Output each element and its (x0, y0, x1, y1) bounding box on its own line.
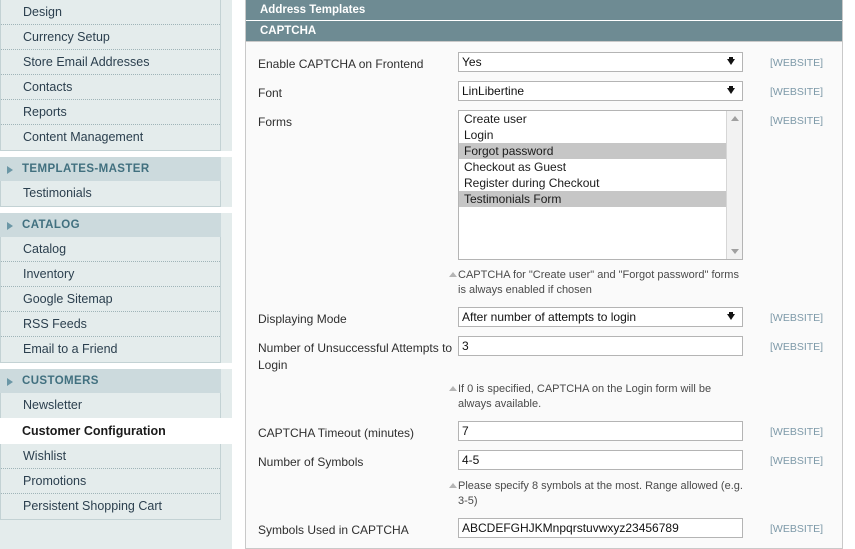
forms-option[interactable]: Login (459, 127, 742, 143)
sidebar-navigation: Design Currency Setup Store Email Addres… (0, 0, 233, 549)
control-symbols-used (458, 518, 743, 538)
sidebar-section-label: TEMPLATES-MASTER (22, 163, 150, 175)
config-panel: Address Templates CAPTCHA Enable CAPTCHA… (245, 0, 843, 549)
sidebar-item-currency-setup[interactable]: Currency Setup (1, 25, 220, 50)
section-header-captcha[interactable]: CAPTCHA (246, 21, 842, 42)
scope-label-displaying-mode: [WEBSITE] (770, 312, 824, 324)
sidebar-section-label: CUSTOMERS (22, 375, 99, 387)
sidebar-group-customers-rest: Wishlist Promotions Persistent Shopping … (0, 444, 221, 520)
control-enable-captcha: Yes (458, 52, 743, 72)
sidebar-group-customers: Newsletter (0, 393, 221, 418)
forms-options-list: Create user Login Forgot password Checko… (459, 111, 742, 207)
scroll-down-icon[interactable] (731, 249, 739, 254)
sidebar-item-google-sitemap[interactable]: Google Sitemap (1, 287, 220, 312)
timeout-input[interactable] (458, 421, 743, 441)
captcha-settings-body: Enable CAPTCHA on Frontend Yes [WEBSITE] (246, 42, 842, 539)
hint-triangle-icon (449, 272, 457, 277)
sidebar-item-rss-feeds[interactable]: RSS Feeds (1, 312, 220, 337)
hint-text: If 0 is specified, CAPTCHA on the Login … (458, 383, 712, 410)
sidebar-item-wishlist[interactable]: Wishlist (1, 444, 220, 469)
sidebar-item-testimonials[interactable]: Testimonials (1, 181, 220, 206)
sidebar-group-general: Design Currency Setup Store Email Addres… (0, 0, 221, 151)
label-timeout: CAPTCHA Timeout (minutes) (258, 426, 415, 440)
forms-scrollbar[interactable] (726, 111, 742, 259)
field-row-attempts: Number of Unsuccessful Attempts to Login… (246, 336, 842, 374)
label-number-of-symbols: Number of Symbols (258, 455, 364, 469)
sidebar-section-templates-master[interactable]: TEMPLATES-MASTER (0, 157, 221, 181)
label-attempts: Number of Unsuccessful Attempts to Login (258, 341, 453, 372)
triangle-right-icon (7, 222, 13, 230)
control-forms: Create user Login Forgot password Checko… (458, 110, 743, 260)
sidebar-section-label: CATALOG (22, 219, 80, 231)
sidebar-item-promotions[interactable]: Promotions (1, 469, 220, 494)
field-row-symbols-used: Symbols Used in CAPTCHA [WEBSITE] (246, 518, 842, 539)
control-attempts (458, 336, 743, 356)
hint-triangle-icon (449, 483, 457, 488)
field-row-number-of-symbols: Number of Symbols [WEBSITE] (246, 450, 842, 471)
sidebar-group-catalog: Catalog Inventory Google Sitemap RSS Fee… (0, 237, 221, 363)
sidebar-item-content-management[interactable]: Content Management (1, 125, 220, 150)
label-font: Font (258, 86, 283, 100)
triangle-right-icon (7, 166, 13, 174)
field-row-font: Font LinLibertine [WEBSITE] (246, 81, 842, 102)
field-row-displaying-mode: Displaying Mode After number of attempts… (246, 307, 842, 328)
label-enable-captcha: Enable CAPTCHA on Frontend (258, 57, 424, 71)
sidebar-item-persistent-shopping-cart[interactable]: Persistent Shopping Cart (1, 494, 220, 519)
scope-label-number-of-symbols: [WEBSITE] (770, 455, 824, 467)
forms-option[interactable]: Create user (459, 111, 742, 127)
sidebar-item-inventory[interactable]: Inventory (1, 262, 220, 287)
field-row-enable-captcha: Enable CAPTCHA on Frontend Yes [WEBSITE] (246, 52, 842, 73)
symbols-used-input[interactable] (458, 518, 743, 538)
sidebar-item-reports[interactable]: Reports (1, 100, 220, 125)
section-header-address-templates[interactable]: Address Templates (246, 0, 842, 21)
field-row-timeout: CAPTCHA Timeout (minutes) [WEBSITE] (246, 421, 842, 442)
label-forms: Forms (258, 115, 292, 129)
control-number-of-symbols (458, 450, 743, 470)
control-timeout (458, 421, 743, 441)
hint-number-of-symbols: Please specify 8 symbols at the most. Ra… (246, 479, 842, 509)
hint-text: CAPTCHA for "Create user" and "Forgot pa… (458, 269, 739, 296)
hint-attempts: If 0 is specified, CAPTCHA on the Login … (246, 382, 842, 412)
admin-configuration-page: Design Currency Setup Store Email Addres… (0, 0, 855, 549)
hint-forms: CAPTCHA for "Create user" and "Forgot pa… (246, 268, 842, 298)
scope-label-enable-captcha: [WEBSITE] (770, 57, 824, 69)
sidebar-group-templates-master: Testimonials (0, 181, 221, 207)
sidebar-item-contacts[interactable]: Contacts (1, 75, 220, 100)
sidebar-item-design[interactable]: Design (1, 0, 220, 25)
sidebar-section-customers[interactable]: CUSTOMERS (0, 369, 221, 393)
forms-multiselect[interactable]: Create user Login Forgot password Checko… (458, 110, 743, 260)
label-displaying-mode: Displaying Mode (258, 312, 347, 326)
sidebar-item-catalog[interactable]: Catalog (1, 237, 220, 262)
forms-option-selected[interactable]: Forgot password (459, 143, 742, 159)
sidebar-section-catalog[interactable]: CATALOG (0, 213, 221, 237)
label-symbols-used: Symbols Used in CAPTCHA (258, 523, 409, 537)
sidebar-item-newsletter[interactable]: Newsletter (1, 393, 220, 418)
attempts-input[interactable] (458, 336, 743, 356)
hint-text: Please specify 8 symbols at the most. Ra… (458, 480, 743, 507)
scope-label-font: [WEBSITE] (770, 86, 824, 98)
scroll-up-icon[interactable] (731, 116, 739, 121)
number-of-symbols-input[interactable] (458, 450, 743, 470)
forms-option[interactable]: Checkout as Guest (459, 159, 742, 175)
scope-label-timeout: [WEBSITE] (770, 426, 824, 438)
hint-triangle-icon (449, 386, 457, 391)
scope-label-forms: [WEBSITE] (770, 115, 824, 127)
font-select[interactable]: LinLibertine (458, 81, 743, 101)
sidebar-item-store-email-addresses[interactable]: Store Email Addresses (1, 50, 220, 75)
enable-captcha-select[interactable]: Yes (458, 52, 743, 72)
field-row-forms: Forms Create user Login Forgot password … (246, 110, 842, 260)
main-content: Address Templates CAPTCHA Enable CAPTCHA… (233, 0, 855, 549)
displaying-mode-select[interactable]: After number of attempts to login (458, 307, 743, 327)
scope-label-attempts: [WEBSITE] (770, 341, 824, 353)
scope-label-symbols-used: [WEBSITE] (770, 523, 824, 535)
control-font: LinLibertine (458, 81, 743, 101)
sidebar-item-email-to-a-friend[interactable]: Email to a Friend (1, 337, 220, 362)
control-displaying-mode: After number of attempts to login (458, 307, 743, 327)
triangle-right-icon (7, 378, 13, 386)
forms-option-selected[interactable]: Testimonials Form (459, 191, 742, 207)
sidebar-item-customer-configuration[interactable]: Customer Configuration (0, 418, 232, 444)
forms-option[interactable]: Register during Checkout (459, 175, 742, 191)
